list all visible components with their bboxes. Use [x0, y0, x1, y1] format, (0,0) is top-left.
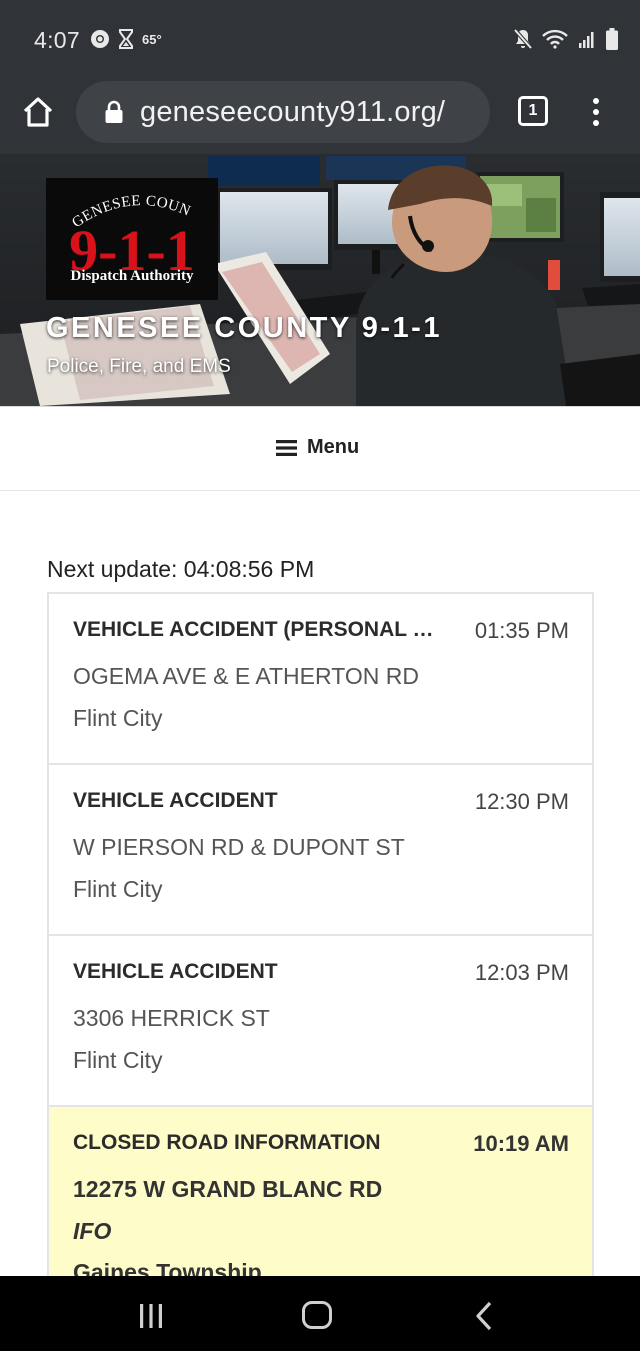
browser-toolbar: geneseecounty911.org/ 1 [0, 78, 640, 154]
hamburger-icon [276, 439, 297, 456]
mute-icon [514, 28, 532, 50]
menu-label: Menu [307, 436, 360, 458]
tab-count: 1 [528, 102, 538, 119]
incident-type: CLOSED ROAD INFORMATION [73, 1131, 381, 1154]
lock-icon [105, 100, 123, 123]
incident-city: Flint City [73, 1047, 163, 1073]
url-text: geneseecounty911.org/ [140, 96, 446, 128]
status-left-icons: 65° [90, 29, 162, 49]
url-field[interactable]: geneseecounty911.org/ [76, 81, 490, 143]
logo-subtitle: Dispatch Authority [71, 268, 194, 284]
tab-switcher-button[interactable]: 1 [518, 96, 548, 126]
chrome-icon [91, 30, 109, 48]
incident-city: Flint City [73, 705, 163, 731]
next-update-text: Next update: 04:08:56 PM [47, 556, 315, 582]
incident-card[interactable]: VEHICLE ACCIDENT 12:03 PM 3306 HERRICK S… [47, 934, 594, 1105]
back-icon[interactable] [474, 1301, 494, 1331]
incident-card[interactable]: VEHICLE ACCIDENT (PERSONAL INJURY) 01:35… [47, 592, 594, 763]
incident-address: OGEMA AVE & E ATHERTON RD [73, 663, 419, 689]
logo-graphic: GENESEE COUNTY 9-1-1 Dispatch Authority [40, 166, 194, 284]
battery-icon [606, 28, 618, 50]
system-navigation-bar [0, 1276, 640, 1351]
menu-button[interactable]: Menu [276, 436, 359, 459]
home-icon[interactable] [20, 94, 56, 130]
incident-card[interactable]: VEHICLE ACCIDENT 12:30 PM W PIERSON RD &… [47, 763, 594, 934]
incident-address: 12275 W GRAND BLANC RD [73, 1176, 383, 1202]
incident-time: 12:30 PM [474, 789, 569, 814]
incident-note: IFO [73, 1218, 112, 1244]
incident-type: VEHICLE ACCIDENT (PERSONAL INJURY) [73, 618, 439, 641]
hourglass-icon [119, 29, 133, 49]
site-tagline: Police, Fire, and EMS [47, 356, 231, 377]
incident-address: W PIERSON RD & DUPONT ST [73, 834, 405, 860]
incident-time: 01:35 PM [474, 618, 569, 643]
signal-icon [579, 32, 594, 48]
incident-card-closed-road[interactable]: CLOSED ROAD INFORMATION 10:19 AM 12275 W… [47, 1105, 594, 1285]
incident-address: 3306 HERRICK ST [73, 1005, 270, 1031]
status-temperature: 65° [142, 31, 162, 47]
incident-list: VEHICLE ACCIDENT (PERSONAL INJURY) 01:35… [47, 592, 594, 1285]
header-banner: GENESEE COUNTY 9-1-1 Dispatch Authority … [0, 154, 640, 406]
incident-city: Flint City [73, 876, 163, 902]
incident-type: VEHICLE ACCIDENT [73, 960, 278, 983]
incident-type: VEHICLE ACCIDENT [73, 789, 278, 812]
menu-bar: Menu [0, 406, 640, 491]
status-time: 4:07 [34, 27, 80, 53]
status-bar: 4:07 65° [0, 0, 640, 78]
site-title[interactable]: GENESEE COUNTY 9-1-1 [46, 312, 442, 345]
home-nav-icon[interactable] [302, 1301, 332, 1329]
site-logo[interactable]: GENESEE COUNTY 9-1-1 Dispatch Authority [40, 166, 218, 300]
wifi-icon [542, 29, 568, 49]
incident-time: 12:03 PM [474, 960, 569, 985]
recent-apps-icon[interactable] [138, 1302, 164, 1330]
more-options-icon[interactable] [584, 94, 608, 130]
incident-time: 10:19 AM [473, 1131, 569, 1156]
status-right-icons [514, 28, 618, 50]
